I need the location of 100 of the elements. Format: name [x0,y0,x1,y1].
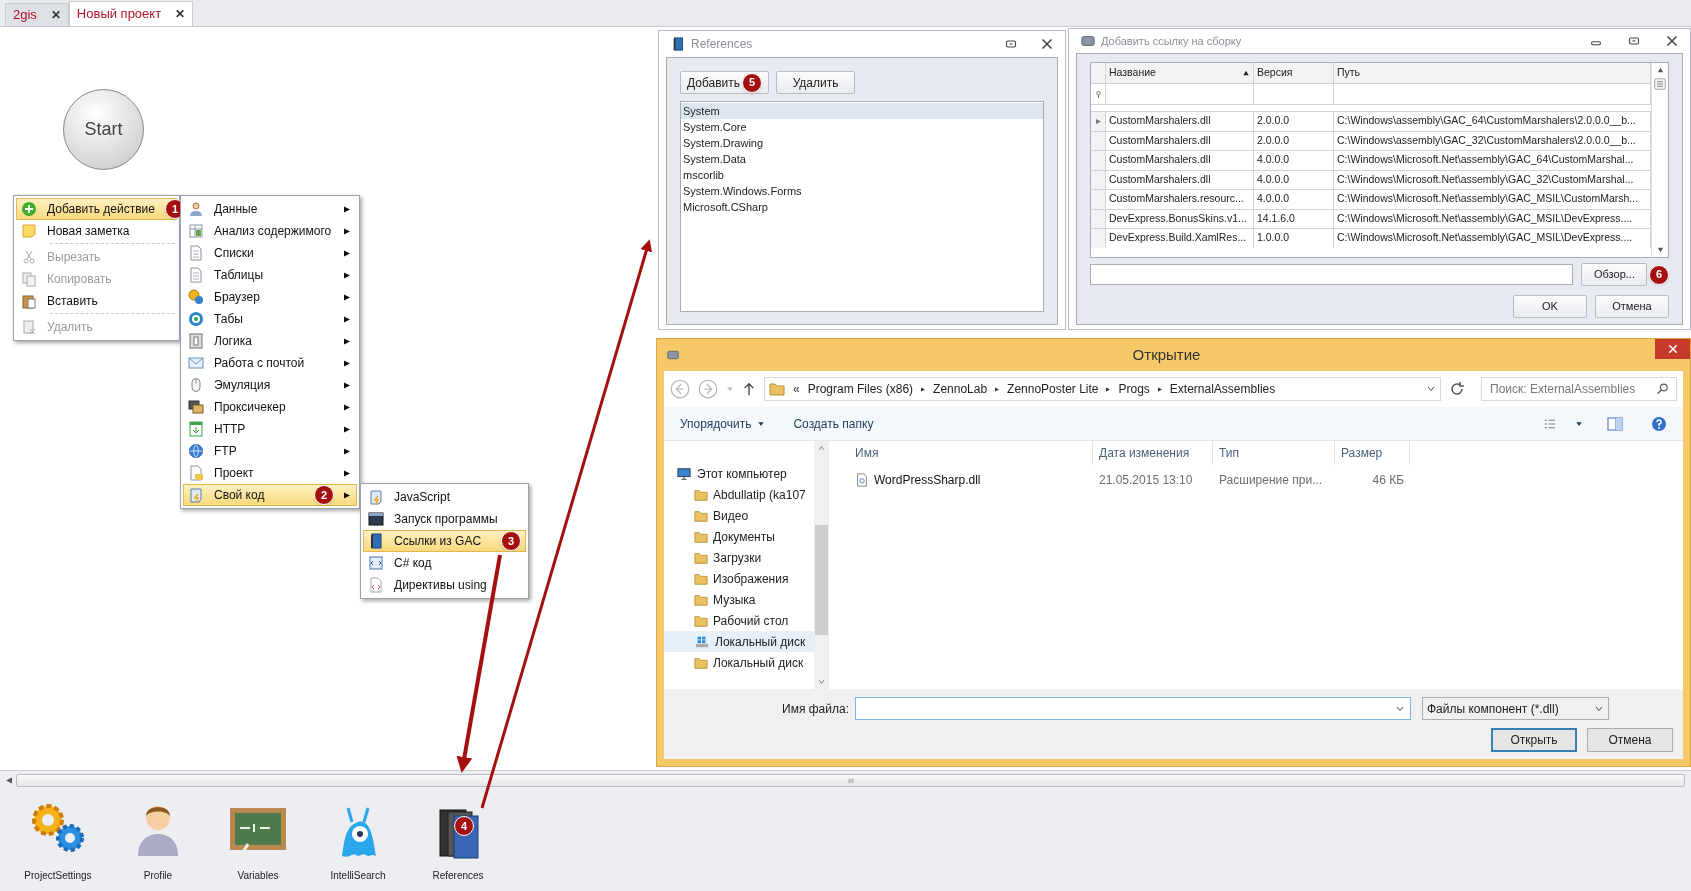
menu-item[interactable]: Проксичекер [183,396,357,418]
list-item[interactable]: System.Windows.Forms [681,183,1043,199]
tree-item[interactable]: Изображения [664,568,814,589]
menu-item[interactable]: Анализ содержимого [183,220,357,242]
tab-label: Новый проект [76,5,162,24]
submenu-arrow-icon [344,226,350,236]
menu-item[interactable]: Работа с почтой [183,352,357,374]
number-badge: 2 [314,485,334,505]
list-item[interactable]: Microsoft.CSharp [681,199,1043,215]
submenu-arrow-icon [344,270,350,280]
toolbar-button[interactable]: Упорядочить [680,414,766,433]
preview-pane-icon [1607,415,1623,432]
list-item[interactable]: System.Data [681,151,1043,167]
table-cell: 2.0.0.0 [1254,131,1334,150]
button[interactable]: Удалить [776,71,856,94]
toolbar-item[interactable]: Profile [108,798,208,883]
address-bar[interactable]: « Program Files (x86) ZennoLab ZennoPoster Lite Progs ExternalAssemblies [764,377,1441,401]
tree-item[interactable]: Загрузки [664,547,814,568]
menu-item[interactable]: JavaScript [363,486,526,508]
submenu-arrow-icon [344,314,350,324]
table-cell: CustomMarshalers.dll [1106,112,1254,131]
menu-item[interactable]: Добавить действие 1 [16,198,177,220]
tree-item[interactable]: Рабочий стол [664,610,814,631]
panel-icon [188,333,204,349]
tab[interactable]: 2gis ✕ [5,3,69,26]
column-header[interactable]: Тип [1213,441,1335,465]
close-icon[interactable]: ✕ [50,6,61,24]
button[interactable]: OK [1513,295,1587,318]
menu-item[interactable]: Логика [183,330,357,352]
close-icon[interactable]: ✕ [175,5,186,23]
menu-item[interactable]: Новая заметка [16,220,177,242]
tree-item[interactable]: Этот компьютер [664,463,814,484]
chevron-down-icon [1593,704,1604,713]
menu-item[interactable]: Вставить [16,290,177,312]
tree-item[interactable]: Документы [664,526,814,547]
tree-item[interactable]: Abdullatip (ka107 [664,484,814,505]
button[interactable]: Добавить 5 [680,71,770,94]
download-icon [188,421,204,437]
chevron-right-icon [1157,385,1162,393]
table-cell-text: Расширение при... [1219,472,1323,489]
start-node[interactable]: Start [63,89,144,170]
book-icon [671,37,685,51]
scrollbar[interactable] [0,770,1691,790]
menu-item[interactable]: Ссылки из GAC 3 [363,530,526,552]
column-header[interactable]: Версия [1254,63,1334,83]
submenu-arrow-icon [344,468,350,478]
scroll-thumb[interactable] [16,774,1685,787]
tree-item[interactable]: Локальный диск [664,652,814,673]
menu-item[interactable]: C# код [363,552,526,574]
submenu-arrow-icon [344,248,350,258]
tree-item[interactable]: Видео [664,505,814,526]
file-type-dropdown[interactable]: Файлы компонент (*.dll) [1421,697,1609,720]
row-header[interactable] [1091,112,1106,131]
column-header[interactable]: Размер [1335,441,1410,465]
toolbar-button[interactable]: Создать папку [793,414,874,433]
column-header[interactable]: Имя [849,441,1093,465]
column-header[interactable]: Дата изменения [1093,441,1213,465]
list-item[interactable]: mscorlib [681,167,1043,183]
menu-item[interactable]: Данные [183,198,357,220]
toolbar-item[interactable]: ProjectSettings [8,798,108,883]
scrollbar[interactable] [1651,63,1668,257]
menu-item[interactable]: Запуск программы [363,508,526,530]
menu-item[interactable]: FTP [183,440,357,462]
browse-button[interactable]: Обзор... [1581,263,1647,286]
toolbar-item[interactable]: IntelliSearch [308,798,408,883]
windows-drive-icon [694,634,710,649]
menu-item[interactable]: Списки [183,242,357,264]
button[interactable]: Отмена [1587,728,1673,752]
menu-item[interactable]: Проект [183,462,357,484]
tab[interactable]: Новый проект ✕ [68,1,194,26]
button[interactable]: Открыть [1491,728,1577,752]
search-field[interactable]: Поиск: ExternalAssemblies [1481,377,1677,401]
path-field[interactable] [1090,264,1573,285]
button[interactable]: Отмена [1595,295,1669,318]
table-cell: CustomMarshalers.resourc... [1106,190,1254,209]
tree-item[interactable]: Музыка [664,589,814,610]
tree-item[interactable]: Локальный диск [664,631,814,652]
chevron-right-icon [1106,385,1111,393]
grip-icon [847,776,854,785]
copy-icon [21,271,37,287]
file-name-field[interactable] [854,697,1411,720]
toolbar-item[interactable]: References 4 [408,798,508,883]
menu-item[interactable]: HTTP [183,418,357,440]
list-item[interactable]: System [681,103,1043,119]
menu-item[interactable]: Таблицы [183,264,357,286]
menu-item[interactable]: Свой код 2 [183,484,357,506]
menu-item[interactable]: Табы [183,308,357,330]
scroll-thumb[interactable] [815,525,828,635]
list-item[interactable]: System.Core [681,119,1043,135]
chevron-down-icon [1426,385,1436,393]
code-icon [368,555,384,571]
search-icon [1657,383,1669,395]
column-header[interactable]: Название [1106,63,1254,83]
scrollbar[interactable] [814,441,829,689]
list-item[interactable]: System.Drawing [681,135,1043,151]
close-button[interactable] [1655,339,1690,359]
menu-item[interactable]: Эмуляция [183,374,357,396]
menu-item[interactable]: Браузер [183,286,357,308]
menu-item[interactable]: Директивы using [363,574,526,596]
toolbar-item[interactable]: Variables [208,798,308,883]
